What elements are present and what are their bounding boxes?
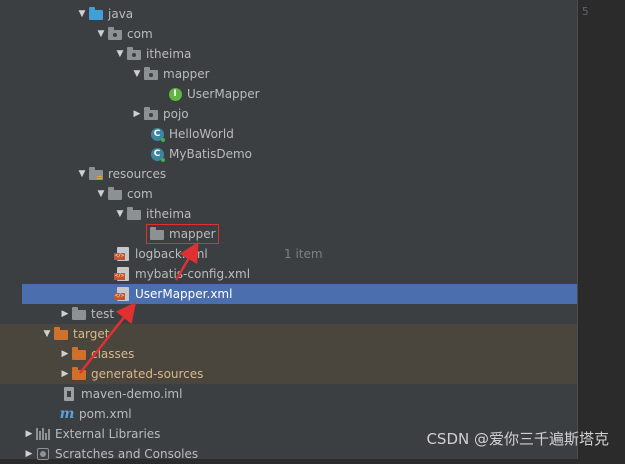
tree-item-itheima-resources[interactable]: ▼ itheima [0, 204, 577, 224]
tree-item-test[interactable]: ▶ test [0, 304, 577, 324]
highlight-box: mapper [146, 224, 219, 244]
chevron-right-icon[interactable]: ▶ [59, 364, 71, 384]
editor-pane [577, 0, 625, 459]
tree-item-label: HelloWorld [169, 127, 234, 141]
tree-item-label: com [127, 187, 153, 201]
tree-item-target[interactable]: ▼ target [0, 324, 577, 344]
chevron-down-icon[interactable]: ▼ [114, 44, 126, 64]
chevron-down-icon[interactable]: ▼ [95, 184, 107, 204]
interface-icon: I [167, 86, 183, 102]
tree-item-helloworld[interactable]: C HelloWorld [0, 124, 577, 144]
tree-item-classes[interactable]: ▶ classes [0, 344, 577, 364]
folder-icon [71, 306, 87, 322]
tree-item-label: mybatis-config.xml [135, 267, 251, 281]
watermark: CSDN @爱你三千遍斯塔克 [426, 430, 609, 448]
chevron-down-icon[interactable]: ▼ [114, 204, 126, 224]
source-folder-icon [88, 6, 104, 22]
iml-file-icon [61, 386, 77, 402]
chevron-right-icon[interactable]: ▶ [23, 444, 35, 464]
maven-icon: m [59, 406, 75, 422]
package-icon [107, 26, 123, 42]
tree-item-label: maven-demo.iml [81, 387, 183, 401]
tree-item-label: logback.xml [135, 247, 208, 261]
package-icon [143, 66, 159, 82]
folder-icon [107, 186, 123, 202]
tree-item-label: resources [108, 167, 167, 181]
tree-item-pom-xml[interactable]: m pom.xml [0, 404, 577, 424]
chevron-down-icon[interactable]: ▼ [131, 64, 143, 84]
tree-item-label: pom.xml [79, 407, 132, 421]
chevron-right-icon[interactable]: ▶ [59, 344, 71, 364]
tree-item-logback-xml[interactable]: </> logback.xml 1 item [0, 244, 577, 264]
resources-folder-icon [88, 166, 104, 182]
tree-item-label: Scratches and Consoles [55, 447, 199, 461]
tree-item-generated-sources[interactable]: ▶ generated-sources [0, 364, 577, 384]
line-number: 5 [582, 5, 589, 18]
excluded-folder-icon [53, 326, 69, 342]
tree-item-label: MyBatisDemo [169, 147, 252, 161]
tree-item-label: generated-sources [91, 367, 204, 381]
tree-item-label: java [108, 7, 134, 21]
item-count-hint: 1 item [284, 247, 323, 261]
chevron-right-icon[interactable]: ▶ [23, 424, 35, 444]
tree-item-maven-demo-iml[interactable]: maven-demo.iml [0, 384, 577, 404]
tree-item-label: itheima [146, 47, 192, 61]
class-icon: C [149, 126, 165, 142]
chevron-down-icon[interactable]: ▼ [76, 164, 88, 184]
tree-item-label: mapper [169, 227, 216, 241]
tree-item-label: UserMapper [187, 87, 260, 101]
tree-item-label: target [73, 327, 110, 341]
tree-item-itheima[interactable]: ▼ itheima [0, 44, 577, 64]
folder-icon [149, 226, 165, 242]
tree-item-java[interactable]: ▼ java [0, 4, 577, 24]
chevron-down-icon[interactable]: ▼ [76, 4, 88, 24]
tree-item-label: classes [91, 347, 135, 361]
tree-item-usermapper-xml[interactable]: </> UserMapper.xml [22, 284, 577, 304]
tree-item-label: UserMapper.xml [135, 287, 233, 301]
tree-item-com[interactable]: ▼ com [0, 24, 577, 44]
scratches-icon [35, 446, 51, 462]
tree-item-label: itheima [146, 207, 192, 221]
xml-file-icon: </> [114, 266, 131, 282]
tree-item-label: pojo [163, 107, 189, 121]
chevron-down-icon[interactable]: ▼ [41, 324, 53, 344]
tree-item-mybatisdemo[interactable]: C MyBatisDemo [0, 144, 577, 164]
tree-item-mapper-package[interactable]: ▼ mapper [0, 64, 577, 84]
tree-item-usermapper-interface[interactable]: I UserMapper [0, 84, 577, 104]
package-icon [143, 106, 159, 122]
tree-item-label: test [91, 307, 115, 321]
chevron-down-icon[interactable]: ▼ [95, 24, 107, 44]
tree-item-resources[interactable]: ▼ resources [0, 164, 577, 184]
excluded-folder-icon [71, 346, 87, 362]
tree-item-label: mapper [163, 67, 210, 81]
tree-item-mapper-resources[interactable]: mapper [0, 224, 577, 244]
editor-gutter-divider [577, 0, 578, 459]
xml-file-icon: </> [114, 286, 131, 302]
excluded-folder-icon [71, 366, 87, 382]
class-icon: C [149, 146, 165, 162]
xml-file-icon: </> [114, 246, 131, 262]
tree-item-com-resources[interactable]: ▼ com [0, 184, 577, 204]
chevron-right-icon[interactable]: ▶ [59, 304, 71, 324]
tree-item-mybatis-config-xml[interactable]: </> mybatis-config.xml [0, 264, 577, 284]
package-icon [126, 46, 142, 62]
tree-item-label: com [127, 27, 153, 41]
chevron-right-icon[interactable]: ▶ [131, 104, 143, 124]
tree-item-label: External Libraries [55, 427, 161, 441]
tree-item-pojo[interactable]: ▶ pojo [0, 104, 577, 124]
folder-icon [126, 206, 142, 222]
libraries-icon [35, 426, 51, 442]
